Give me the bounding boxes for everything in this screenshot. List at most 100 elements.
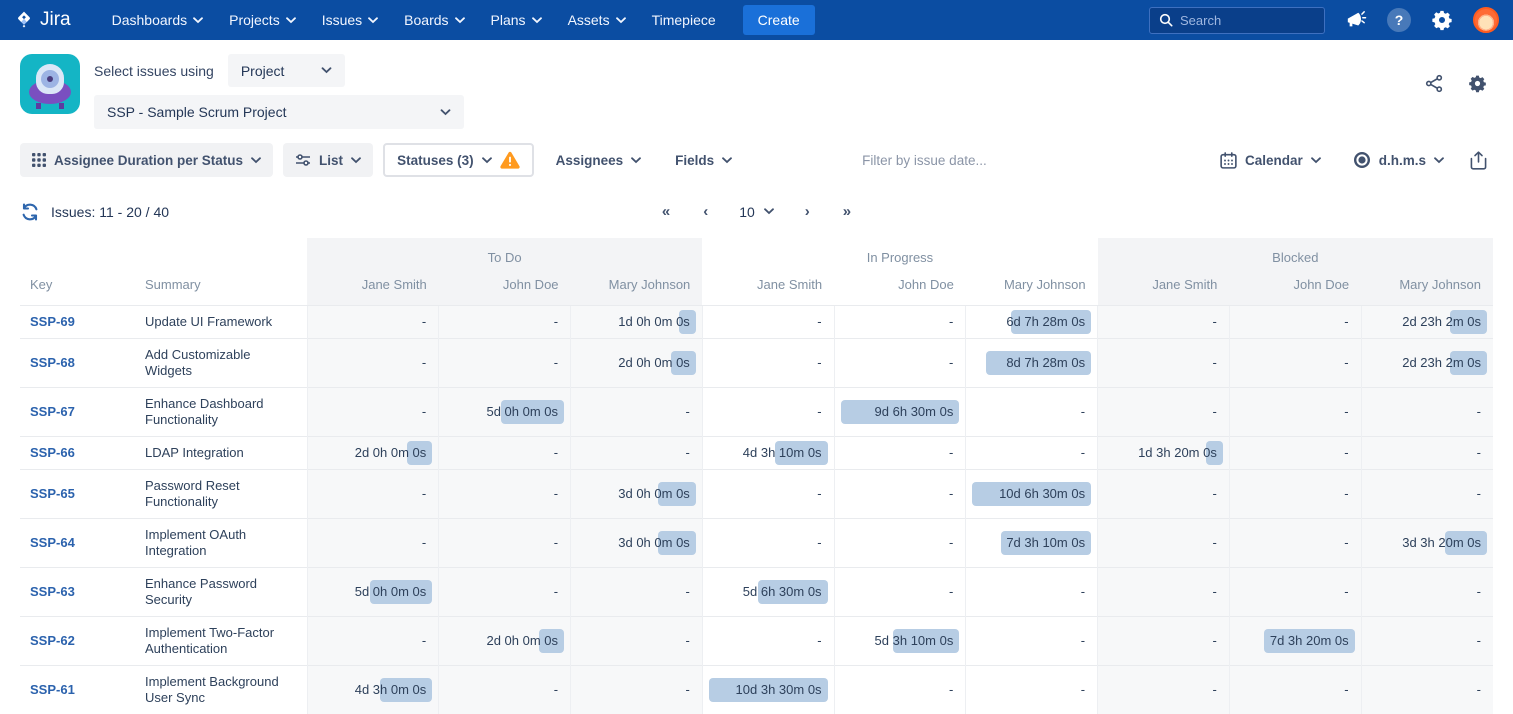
jira-logo-icon [14,10,34,30]
help-icon[interactable]: ? [1387,8,1411,32]
fields-button[interactable]: Fields [663,143,744,177]
empty-duration: - [685,445,689,460]
empty-duration: - [1344,584,1348,599]
issues-count-label: Issues: 11 - 20 / 40 [51,204,169,220]
duration-value: 2d 0h 0m 0s [355,445,427,460]
share-icon[interactable] [1425,74,1444,93]
duration-cell: - [1098,388,1230,437]
duration-value: 2d 23h 2m 0s [1402,314,1481,329]
assignee-column-header: Jane Smith [702,271,834,306]
issue-key-link[interactable]: SSP-61 [30,682,75,697]
duration-cell: - [1229,388,1361,437]
nav-assets[interactable]: Assets [555,0,639,40]
duration-cell: - [307,617,439,666]
issue-key-link[interactable]: SSP-64 [30,535,75,550]
export-button[interactable] [1464,143,1493,177]
empty-duration: - [422,404,426,419]
nav-issues[interactable]: Issues [309,0,391,40]
issue-key-link[interactable]: SSP-63 [30,584,75,599]
report-settings-gear-icon[interactable] [1468,74,1487,93]
duration-cell: 3d 3h 20m 0s [1361,519,1493,568]
assignee-column-header: Mary Johnson [966,271,1098,306]
project-select[interactable]: SSP - Sample Scrum Project [94,95,464,129]
announcements-icon[interactable] [1345,10,1367,30]
issue-key-link[interactable]: SSP-67 [30,404,75,419]
last-page-button[interactable]: » [833,199,861,224]
duration-cell: - [439,519,571,568]
statuses-filter-button[interactable]: Statuses (3) [383,143,534,177]
chevron-down-icon [368,17,378,24]
settings-gear-icon[interactable] [1431,9,1453,31]
table-row: SSP-68Add Customizable Widgets--2d 0h 0m… [20,339,1493,388]
first-page-button[interactable]: « [652,199,680,224]
duration-cell: - [307,470,439,519]
nav-timepiece[interactable]: Timepiece [639,0,729,40]
nav-plans[interactable]: Plans [478,0,555,40]
empty-duration: - [554,314,558,329]
chevron-down-icon [764,208,774,215]
table-row: SSP-63Enhance Password Security5d 0h 0m … [20,568,1493,617]
summary-cell: Implement OAuth Integration [135,519,307,568]
top-navbar: Jira Dashboards Projects Issues Boards P… [0,0,1513,40]
duration-cell: - [1098,470,1230,519]
duration-cell: 2d 23h 2m 0s [1361,339,1493,388]
summary-cell: Implement Background User Sync [135,666,307,714]
duration-cell: - [1229,519,1361,568]
next-page-button[interactable]: › [795,199,820,224]
status-group-header: In Progress [702,238,1097,271]
empty-duration: - [1477,682,1481,697]
warning-icon [500,151,520,169]
nav-boards[interactable]: Boards [391,0,477,40]
global-search[interactable] [1149,7,1325,34]
calendar-select-button[interactable]: Calendar [1208,143,1333,177]
issue-date-filter-input[interactable] [862,153,1092,168]
refresh-icon[interactable] [20,202,40,222]
view-mode-button[interactable]: List [283,143,373,177]
report-type-button[interactable]: Assignee Duration per Status [20,143,273,177]
empty-duration: - [1477,404,1481,419]
empty-duration: - [1081,404,1085,419]
duration-cell: 5d 6h 30m 0s [702,568,834,617]
jira-logo[interactable]: Jira [14,9,71,31]
assignee-column-header: Mary Johnson [571,271,703,306]
duration-cell: - [1229,666,1361,714]
summary-cell: Enhance Dashboard Functionality [135,388,307,437]
duration-cell: - [571,388,703,437]
duration-cell: 4d 3h 0m 0s [307,666,439,714]
nav-dashboards[interactable]: Dashboards [99,0,217,40]
duration-format-button[interactable]: d.h.m.s [1341,143,1456,177]
chevron-down-icon [321,67,332,74]
issue-key-link[interactable]: SSP-66 [30,445,75,460]
duration-cell: - [1361,617,1493,666]
assignees-filter-button[interactable]: Assignees [544,143,654,177]
user-avatar[interactable] [1473,7,1499,33]
empty-duration: - [685,682,689,697]
duration-cell: 6d 7h 28m 0s [966,306,1098,339]
key-cell: SSP-62 [20,617,135,666]
search-input[interactable] [1180,13,1300,28]
chevron-down-icon [286,17,296,24]
page-size-select[interactable]: 10 [731,204,782,220]
empty-duration: - [554,682,558,697]
empty-duration: - [949,584,953,599]
summary-cell: Password Reset Functionality [135,470,307,519]
issue-key-link[interactable]: SSP-65 [30,486,75,501]
issue-key-link[interactable]: SSP-62 [30,633,75,648]
issue-source-select[interactable]: Project [228,54,345,87]
duration-value: 9d 6h 30m 0s [875,404,954,419]
nav-projects[interactable]: Projects [216,0,309,40]
empty-duration: - [1344,682,1348,697]
issue-key-link[interactable]: SSP-68 [30,355,75,370]
empty-duration: - [1081,584,1085,599]
summary-cell: Add Customizable Widgets [135,339,307,388]
status-group-header: To Do [307,238,702,271]
key-cell: SSP-68 [20,339,135,388]
issue-key-link[interactable]: SSP-69 [30,314,75,329]
empty-duration: - [817,486,821,501]
jira-logo-text: Jira [40,9,71,31]
create-button[interactable]: Create [743,5,815,35]
duration-cell: 3d 0h 0m 0s [571,519,703,568]
duration-cell: 2d 23h 2m 0s [1361,306,1493,339]
prev-page-button[interactable]: ‹ [693,199,718,224]
empty-duration: - [1213,633,1217,648]
